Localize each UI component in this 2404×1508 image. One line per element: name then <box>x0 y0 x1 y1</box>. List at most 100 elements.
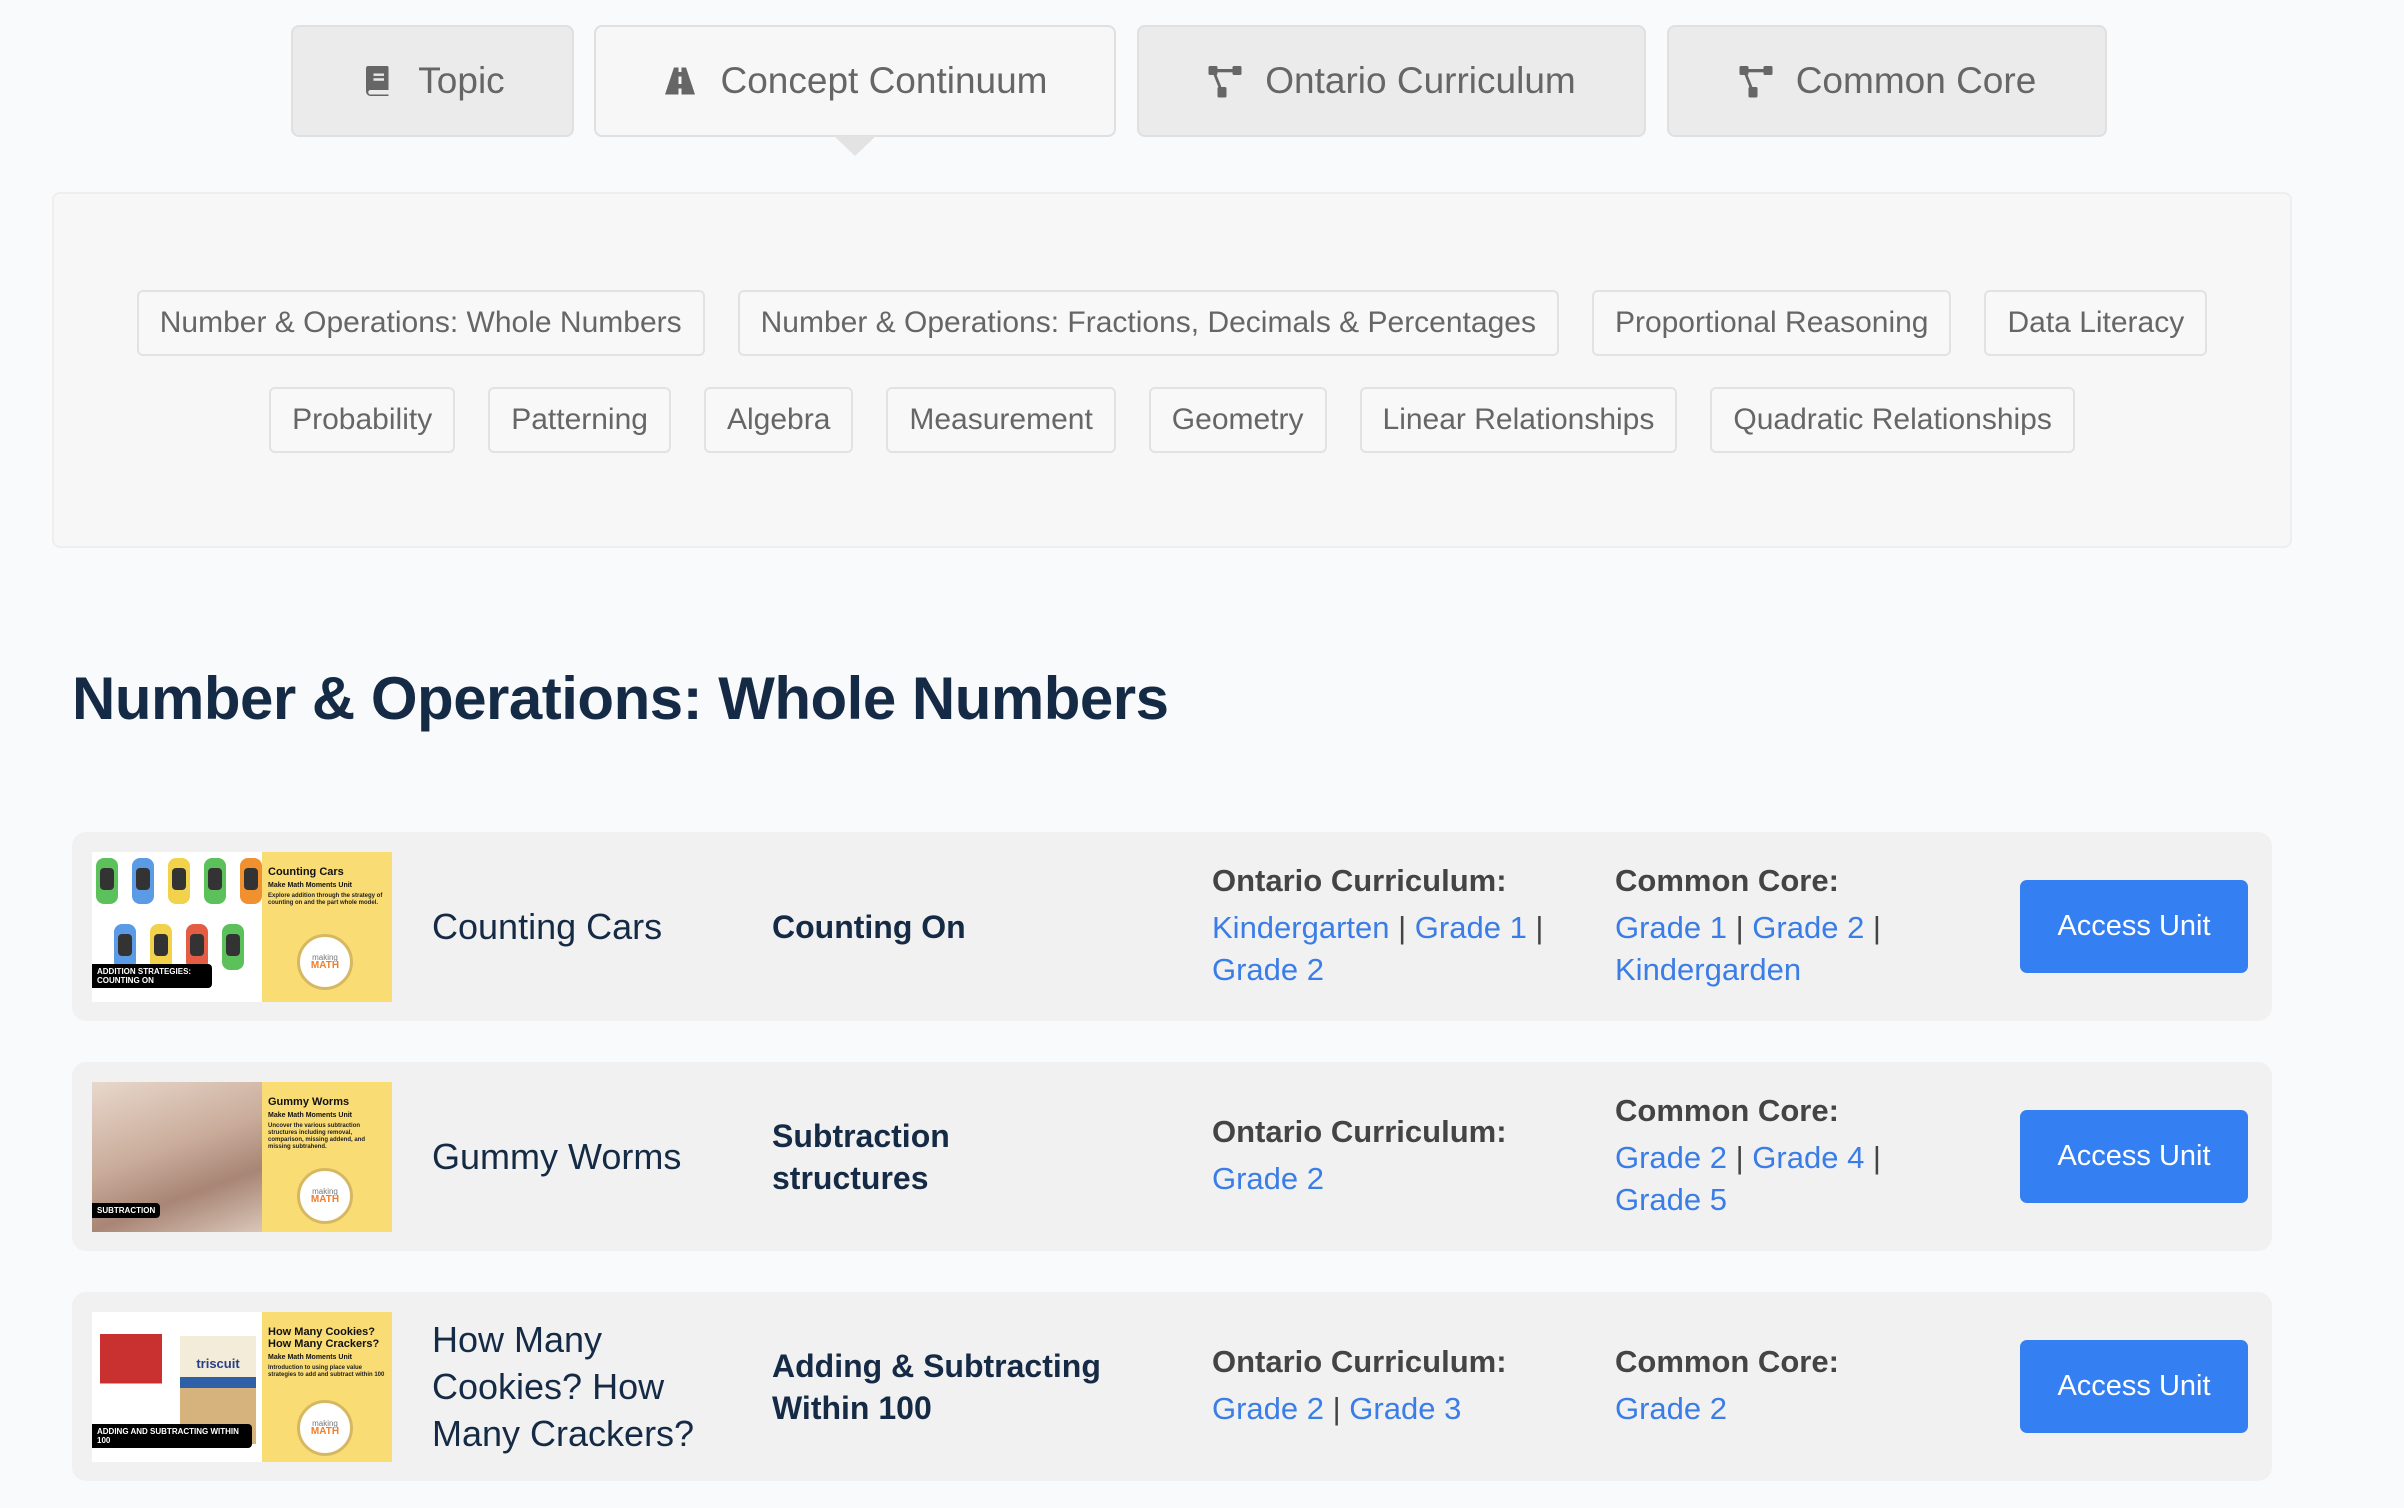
thumbnail-strip: SUBTRACTION <box>92 1203 161 1218</box>
tab-common-core[interactable]: Common Core <box>1667 25 2107 137</box>
thumbnail-description: Introduction to using place value strate… <box>268 1365 385 1378</box>
ontario-curriculum: Ontario Curriculum: Kindergarten | Grade… <box>1212 832 1592 1021</box>
unit-title[interactable]: How Many Cookies? How Many Crackers? <box>432 1292 732 1481</box>
unit-thumbnail[interactable]: SUBTRACTION Gummy Worms Make Math Moment… <box>92 1082 392 1232</box>
ontario-curriculum: Ontario Curriculum: Grade 2 <box>1212 1062 1592 1251</box>
unit-thumbnail[interactable]: triscuit ADDING AND SUBTRACTING WITHIN 1… <box>92 1312 392 1462</box>
common-core-label: Common Core: <box>1615 1092 1839 1128</box>
filter-row: Number & Operations: Whole Numbers Numbe… <box>54 290 2290 356</box>
tab-label: Topic <box>418 60 505 101</box>
thumbnail-strip: ADDING AND SUBTRACTING WITHIN 100 <box>92 1424 252 1448</box>
link-separator: | <box>1727 1139 1753 1175</box>
grade-links: Grade 2 | Grade 4 | Grade 5 <box>1615 1137 1975 1221</box>
link-separator: | <box>1526 909 1544 945</box>
access-unit-button[interactable]: Access Unit <box>2020 1110 2248 1203</box>
thumbnail-description: Explore addition through the strategy of… <box>268 893 383 906</box>
thumbnail-heading: Counting Cars <box>268 866 344 878</box>
thumbnail-heading: How Many Cookies? How Many Crackers? <box>268 1326 380 1350</box>
making-math-moments-logo: making MATH <box>297 934 353 990</box>
grade-link[interactable]: Grade 2 <box>1615 1391 1727 1426</box>
thumbnail-subheading: Make Math Moments Unit <box>268 882 353 889</box>
tab-label: Common Core <box>1795 60 2037 101</box>
filter-chip[interactable]: Quadratic Relationships <box>1710 387 2075 453</box>
access-unit-button[interactable]: Access Unit <box>2020 880 2248 973</box>
tab-topic[interactable]: Topic <box>291 25 574 137</box>
tab-label: Ontario Curriculum <box>1265 60 1576 101</box>
grade-link[interactable]: Kindergarden <box>1615 952 1801 987</box>
ontario-label: Ontario Curriculum: <box>1212 862 1507 898</box>
unit-title[interactable]: Counting Cars <box>432 832 732 1021</box>
thumbnail-caption: How Many Cookies? How Many Crackers? Mak… <box>262 1312 392 1462</box>
grade-link[interactable]: Kindergarten <box>1212 910 1390 945</box>
grade-link[interactable]: Grade 4 <box>1752 1140 1864 1175</box>
active-tab-pointer <box>834 136 876 156</box>
link-separator: | <box>1727 909 1753 945</box>
grade-link[interactable]: Grade 2 <box>1212 1391 1324 1426</box>
grade-link[interactable]: Grade 1 <box>1415 910 1527 945</box>
filter-chip[interactable]: Linear Relationships <box>1359 387 1678 453</box>
thumbnail-subheading: Make Math Moments Unit <box>268 1354 353 1361</box>
thumbnail-caption: Gummy Worms Make Math Moments Unit Uncov… <box>262 1082 392 1232</box>
grade-link[interactable]: Grade 2 <box>1212 952 1324 987</box>
thumbnail-heading: Gummy Worms <box>268 1096 350 1108</box>
book-icon <box>360 63 396 99</box>
link-separator: | <box>1864 1139 1881 1175</box>
link-separator: | <box>1324 1390 1350 1426</box>
unit-concept: Adding & Subtracting Within 100 <box>772 1347 1101 1426</box>
road-icon <box>662 63 698 99</box>
filter-chip[interactable]: Number & Operations: Fractions, Decimals… <box>737 290 1559 356</box>
thumbnail-description: Uncover the various subtraction structur… <box>268 1123 366 1150</box>
thumbnail-image: SUBTRACTION <box>92 1082 262 1232</box>
filter-chip[interactable]: Measurement <box>886 387 1116 453</box>
grade-links: Grade 2 <box>1615 1388 1975 1430</box>
common-core: Common Core: Grade 2 <box>1615 1292 1995 1481</box>
product-box-text: triscuit <box>196 1356 240 1371</box>
link-separator: | <box>1864 909 1881 945</box>
link-separator: | <box>1389 909 1415 945</box>
concept-filter-panel: Number & Operations: Whole Numbers Numbe… <box>52 192 2292 548</box>
unit-row: triscuit ADDING AND SUBTRACTING WITHIN 1… <box>72 1292 2272 1481</box>
common-core: Common Core: Grade 2 | Grade 4 | Grade 5 <box>1615 1062 1995 1251</box>
thumbnail-strip: ADDITION STRATEGIES: COUNTING ON <box>92 964 212 988</box>
filter-chip[interactable]: Algebra <box>703 387 854 453</box>
tab-concept-continuum[interactable]: Concept Continuum <box>594 25 1116 137</box>
grade-link[interactable]: Grade 2 <box>1212 1161 1324 1196</box>
thumbnail-caption: Counting Cars Make Math Moments Unit Exp… <box>262 852 392 1002</box>
grade-links: Kindergarten | Grade 1 | Grade 2 <box>1212 907 1572 991</box>
common-core-label: Common Core: <box>1615 1343 1839 1379</box>
filter-chip[interactable]: Data Literacy <box>1984 290 2208 356</box>
thumbnail-subheading: Make Math Moments Unit <box>268 1112 353 1119</box>
unit-row: SUBTRACTION Gummy Worms Make Math Moment… <box>72 1062 2272 1251</box>
grade-link[interactable]: Grade 2 <box>1615 1140 1727 1175</box>
thumbnail-image: triscuit ADDING AND SUBTRACTING WITHIN 1… <box>92 1312 262 1462</box>
unit-row: ADDITION STRATEGIES: COUNTING ON Countin… <box>72 832 2272 1021</box>
grade-link[interactable]: Grade 2 <box>1752 910 1864 945</box>
making-math-moments-logo: making MATH <box>297 1168 353 1224</box>
grade-links: Grade 2 <box>1212 1158 1572 1200</box>
filter-chip[interactable]: Geometry <box>1148 387 1327 453</box>
grade-link[interactable]: Grade 1 <box>1615 910 1727 945</box>
filter-chip[interactable]: Number & Operations: Whole Numbers <box>136 290 705 356</box>
filter-chip[interactable]: Proportional Reasoning <box>1591 290 1952 356</box>
common-core-label: Common Core: <box>1615 862 1839 898</box>
unit-concept: Subtraction structures <box>772 1117 950 1196</box>
ontario-label: Ontario Curriculum: <box>1212 1343 1507 1379</box>
unit-concept: Counting On <box>772 908 966 945</box>
thumbnail-image: ADDITION STRATEGIES: COUNTING ON <box>92 852 262 1002</box>
grade-link[interactable]: Grade 3 <box>1349 1391 1461 1426</box>
filter-row: Probability Patterning Algebra Measureme… <box>54 387 2290 453</box>
tab-label: Concept Continuum <box>720 60 1048 101</box>
access-unit-button[interactable]: Access Unit <box>2020 1340 2248 1433</box>
unit-thumbnail[interactable]: ADDITION STRATEGIES: COUNTING ON Countin… <box>92 852 392 1002</box>
filter-chip[interactable]: Probability <box>269 387 456 453</box>
sitemap-icon <box>1207 63 1243 99</box>
section-title: Number & Operations: Whole Numbers <box>72 665 1169 732</box>
grade-links: Grade 1 | Grade 2 | Kindergarden <box>1615 907 1975 991</box>
grade-link[interactable]: Grade 5 <box>1615 1182 1727 1217</box>
tab-ontario-curriculum[interactable]: Ontario Curriculum <box>1137 25 1646 137</box>
ontario-label: Ontario Curriculum: <box>1212 1113 1507 1149</box>
sitemap-icon <box>1738 63 1774 99</box>
unit-title[interactable]: Gummy Worms <box>432 1062 732 1251</box>
filter-chip[interactable]: Patterning <box>488 387 671 453</box>
view-tabs: Topic Concept Continuum Ontario Curricul… <box>0 25 2404 137</box>
